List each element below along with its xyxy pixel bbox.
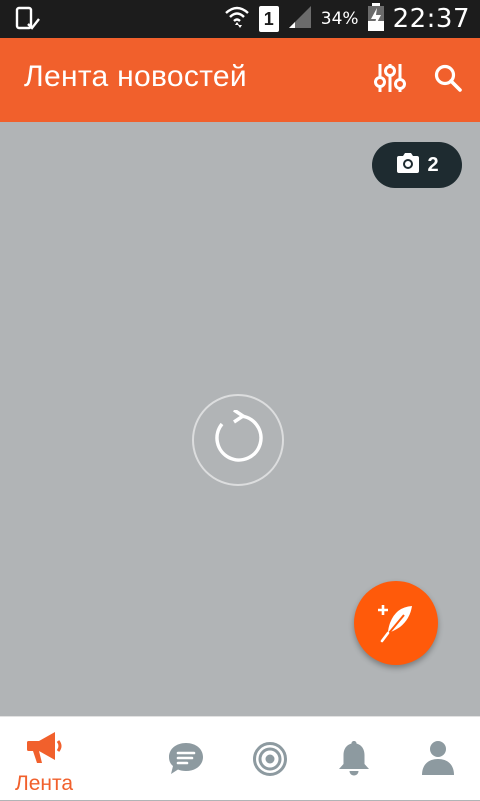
megaphone-icon (25, 727, 63, 770)
nav-item-profile[interactable] (400, 717, 476, 801)
nav-item-feed[interactable]: Лента (6, 717, 82, 801)
sim-slot-number: 1 (263, 8, 274, 29)
clock: 22:37 (392, 4, 470, 34)
profile-icon (420, 739, 456, 782)
camera-icon (395, 152, 421, 179)
photo-count-badge[interactable]: 2 (372, 142, 462, 188)
target-icon (252, 741, 288, 782)
nav-item-label: Лента (14, 772, 74, 795)
nav-item-discussions[interactable] (232, 717, 308, 801)
feather-plus-icon (374, 599, 418, 648)
filter-sliders-icon (373, 61, 407, 100)
battery-charging-icon (367, 2, 385, 36)
battery-percent: 34% (320, 9, 359, 29)
bottom-navigation: Лента (0, 716, 480, 800)
app-bar: Лента новостей (0, 38, 480, 122)
sim-icon: 1 (258, 6, 279, 32)
bell-icon (336, 739, 372, 782)
feed-content: 2 (0, 122, 480, 716)
search-button[interactable] (426, 58, 470, 102)
filter-button[interactable] (368, 58, 412, 102)
page-title: Лента новостей (24, 60, 247, 93)
signal-icon (287, 4, 313, 35)
compose-post-button[interactable] (354, 581, 438, 665)
nav-item-notifications[interactable] (316, 717, 392, 801)
chat-icon (167, 741, 205, 782)
status-bar: 1 34% 22:37 (0, 0, 480, 38)
wifi-icon (223, 3, 251, 36)
search-icon (433, 63, 463, 98)
loading-spinner (192, 394, 284, 486)
photo-count: 2 (427, 153, 439, 176)
nav-item-messages[interactable] (148, 717, 224, 801)
device-check-icon (14, 6, 40, 37)
refresh-icon (210, 408, 266, 471)
